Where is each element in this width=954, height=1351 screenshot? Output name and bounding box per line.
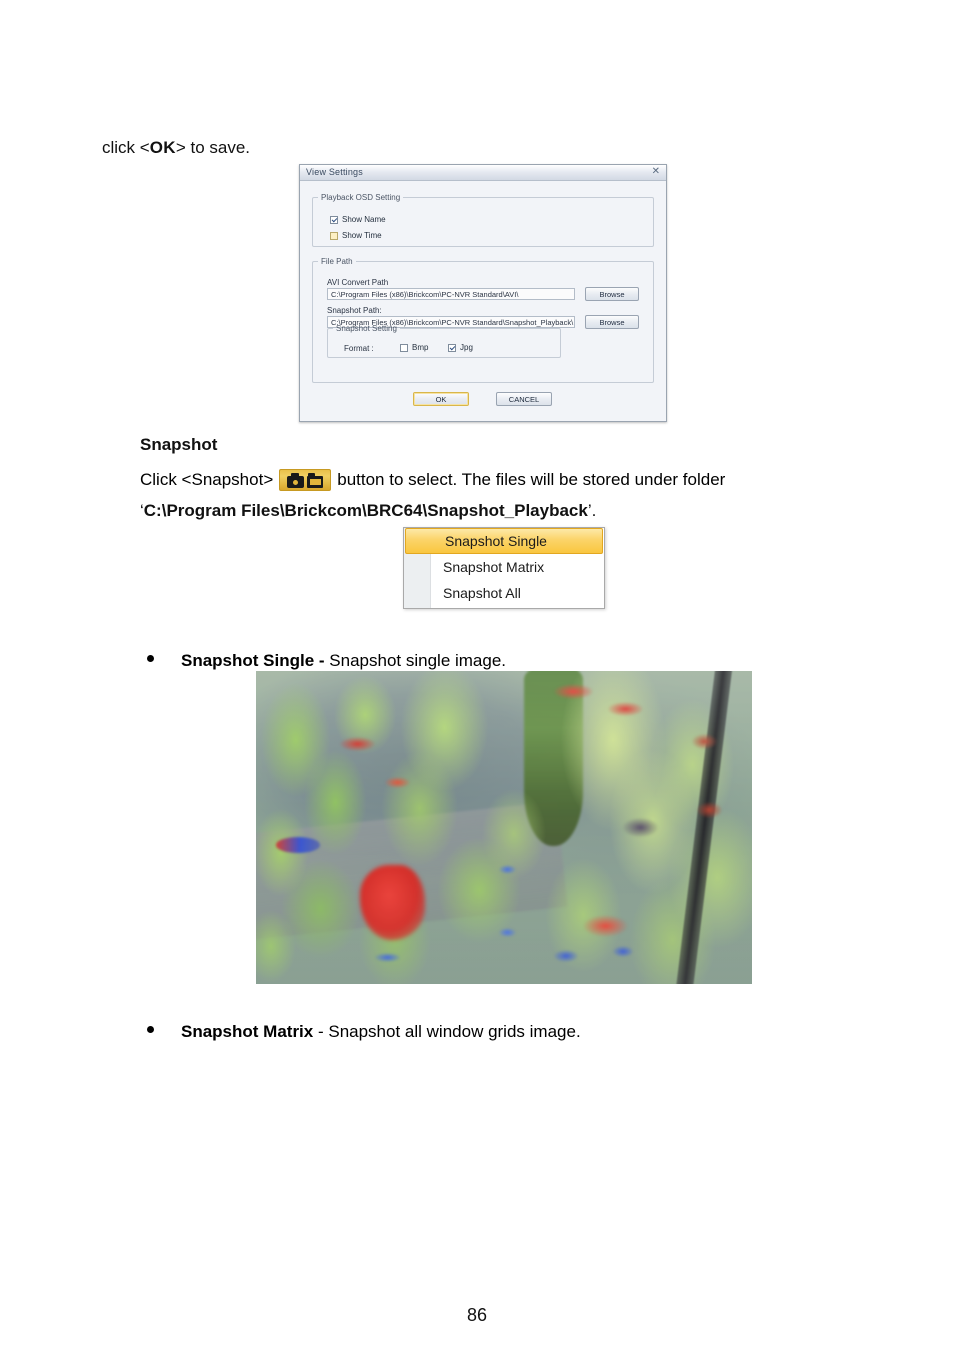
bullet-item-snapshot-single: Snapshot Single - Snapshot single image. [181,650,506,672]
snapshot-folder-path-line: ‘C:\Program Files\Brickcom\BRC64\Snapsho… [140,500,596,522]
page-number: 86 [466,1305,488,1325]
intro-ok-emphasis: OK [149,138,176,157]
bullet-term: Snapshot Single [181,651,315,670]
cancel-button[interactable]: CANCEL [496,392,552,406]
bullet-separator: - [313,1022,329,1041]
view-settings-dialog: View Settings ✕ Playback OSD Setting Sho… [299,164,667,422]
intro-prefix: click < [102,138,150,157]
menu-item-snapshot-matrix[interactable]: Snapshot Matrix [404,554,604,580]
aquarium-screenshot [256,671,752,984]
checkbox-format-jpg[interactable]: Jpg [448,343,473,352]
bullet-separator: - [314,651,330,670]
intro-text: click <OK> to save. [102,137,250,159]
snapshot-click-suffix: button to select. The files will be stor… [337,470,726,489]
checkbox-label-jpg: Jpg [460,343,473,352]
bullet-description: Snapshot all window grids image. [328,1022,581,1041]
snapshot-setting-legend: Snapshot Setting [336,324,397,333]
path-close-quote: ’. [587,501,597,520]
photo-haze-overlay [256,671,752,984]
intro-suffix: > to save. [175,138,251,157]
bullet-description: Snapshot single image. [329,651,507,670]
snapshot-camera-icon[interactable] [279,469,332,491]
checkbox-show-time[interactable]: Show Time [330,231,382,240]
browse-snapshot-button[interactable]: Browse [585,315,639,329]
checkbox-box-bmp[interactable] [400,343,408,352]
file-path-group: File Path AVI Convert Path C:\Program Fi… [312,257,654,383]
avi-convert-path-input[interactable]: C:\Program Files (x86)\Brickcom\PC-NVR S… [327,288,575,300]
checkbox-show-name[interactable]: Show Name [330,215,386,224]
checkbox-label-show-name: Show Name [342,215,386,224]
bullet-marker [147,655,154,662]
snapshot-dropdown-menu: Snapshot Single Snapshot Matrix Snapshot… [403,527,605,609]
file-path-legend: File Path [321,257,353,266]
bullet-term: Snapshot Matrix [181,1022,314,1041]
snapshot-setting-group: Snapshot Setting Format : Bmp Jpg [327,324,561,358]
format-label: Format : [344,344,374,353]
snapshot-path-label: Snapshot Path: [327,306,382,315]
dialog-title: View Settings [306,167,363,177]
checkbox-box-jpg[interactable] [448,343,456,352]
dialog-body: Playback OSD Setting Show Name Show Time… [300,181,666,421]
ok-button[interactable]: OK [413,392,469,406]
snapshot-click-prefix: Click <Snapshot> [140,470,274,489]
checkbox-format-bmp[interactable]: Bmp [400,343,428,352]
folder-glyph [307,473,324,488]
checkbox-box-show-time[interactable] [330,231,338,240]
browse-avi-button[interactable]: Browse [585,287,639,301]
checkbox-box-show-name[interactable] [330,215,338,224]
snapshot-instruction-line: Click <Snapshot> button to select. The f… [140,468,725,492]
avi-convert-path-label: AVI Convert Path [327,278,389,287]
playback-osd-legend: Playback OSD Setting [321,193,401,202]
menu-item-snapshot-all[interactable]: Snapshot All [404,580,604,606]
snapshot-heading: Snapshot [140,435,218,454]
menu-item-snapshot-single[interactable]: Snapshot Single [405,528,603,554]
dialog-titlebar: View Settings ✕ [300,165,666,181]
checkbox-label-bmp: Bmp [412,343,429,352]
bullet-item-snapshot-matrix: Snapshot Matrix - Snapshot all window gr… [181,1021,581,1043]
snapshot-folder-path: C:\Program Files\Brickcom\BRC64\Snapshot… [143,501,588,520]
bullet-marker [147,1026,154,1033]
close-icon[interactable]: ✕ [652,166,660,178]
checkbox-label-show-time: Show Time [342,231,382,240]
playback-osd-setting-group: Playback OSD Setting Show Name Show Time [312,193,654,247]
